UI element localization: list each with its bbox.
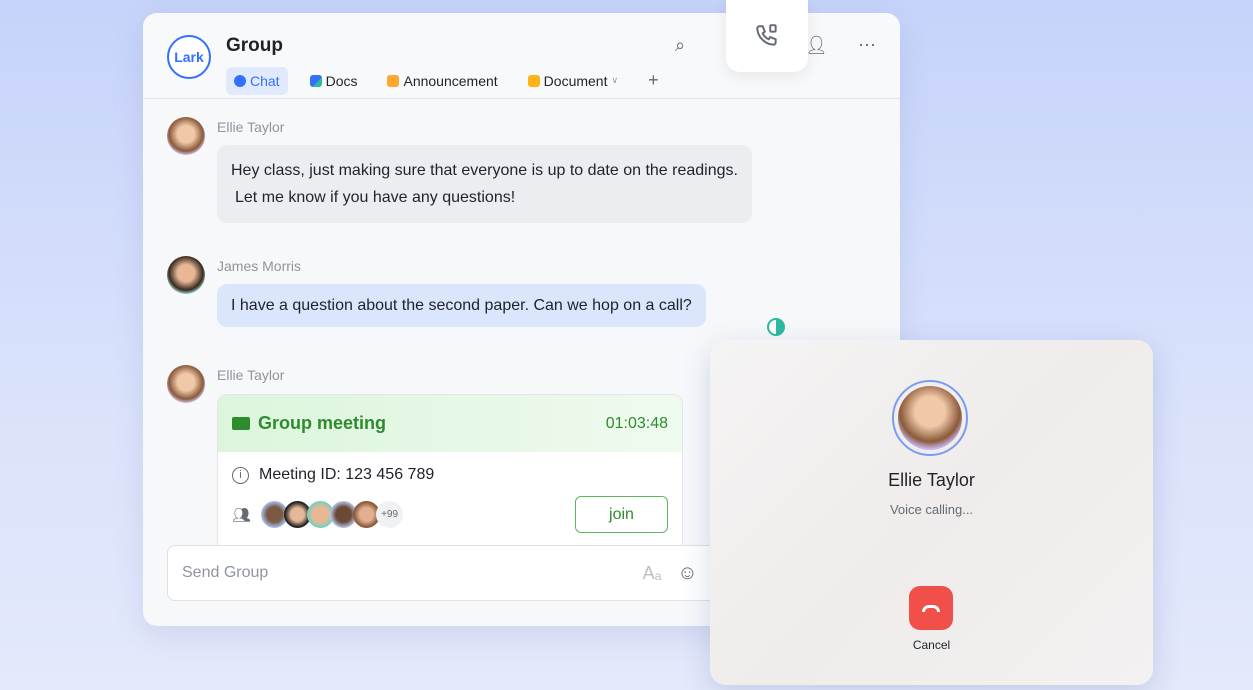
message-line: Hey class, just making sure that everyon…: [231, 162, 738, 179]
cancel-call-button[interactable]: [909, 586, 953, 630]
sender-name: Ellie Taylor: [217, 367, 285, 383]
caller-avatar: [892, 380, 968, 456]
group-title: Group: [226, 35, 283, 56]
avatar: [167, 117, 205, 155]
join-button[interactable]: join: [575, 496, 668, 533]
voice-call-panel: Ellie Taylor Voice calling... Cancel: [710, 340, 1153, 685]
emoji-icon[interactable]: ☺: [677, 562, 697, 585]
sender-name: James Morris: [217, 258, 302, 274]
tab-docs[interactable]: Docs: [302, 67, 366, 95]
meeting-id: Meeting ID: 123 456 789: [259, 466, 435, 483]
group-avatar-logo: Lark: [167, 35, 211, 79]
video-camera-icon: [232, 417, 250, 430]
add-tab-button[interactable]: +: [640, 64, 667, 97]
message-input-placeholder: Send Group: [182, 564, 269, 581]
add-member-icon[interactable]: 👤︎: [805, 35, 828, 56]
more-icon[interactable]: ⋯: [858, 35, 876, 56]
megaphone-icon: [387, 74, 400, 87]
chevron-down-icon: ∨: [611, 75, 619, 85]
meeting-title: Group meeting: [258, 413, 387, 433]
hang-up-icon: [922, 604, 940, 612]
info-icon: i: [232, 466, 249, 484]
message-input[interactable]: Send Group Aₐ ☺ @: [167, 545, 747, 601]
message-line: Let me know if you have any questions!: [235, 189, 516, 206]
read-status-icon: [767, 318, 785, 336]
avatar: [167, 365, 205, 403]
video-call-icon: [756, 24, 777, 46]
video-call-button[interactable]: [726, 0, 808, 72]
extra-participants-count: +99: [376, 501, 404, 528]
tab-chat[interactable]: Chat: [226, 66, 288, 95]
caller-name: Ellie Taylor: [888, 470, 975, 490]
docs-icon: [309, 74, 322, 87]
text-format-icon[interactable]: Aₐ: [643, 563, 662, 584]
chat-icon: [234, 74, 246, 87]
tab-announcement[interactable]: Announcement: [379, 67, 505, 95]
meeting-duration: 01:03:48: [605, 414, 668, 432]
search-icon[interactable]: ⌕: [675, 35, 685, 56]
message-bubble: I have a question about the second paper…: [217, 284, 706, 327]
meeting-card: Group meeting 01:03:48 i Meeting ID: 123…: [217, 394, 683, 554]
sender-name: Ellie Taylor: [217, 119, 285, 135]
message-bubble: Hey class, just making sure that everyon…: [217, 145, 752, 223]
participants-icon: 👥︎: [232, 506, 252, 524]
folder-icon: [527, 74, 540, 87]
avatar: [167, 256, 205, 294]
call-status: Voice calling...: [889, 502, 974, 517]
tab-document[interactable]: Document ∨: [520, 67, 626, 95]
cancel-label: Cancel: [912, 638, 951, 652]
